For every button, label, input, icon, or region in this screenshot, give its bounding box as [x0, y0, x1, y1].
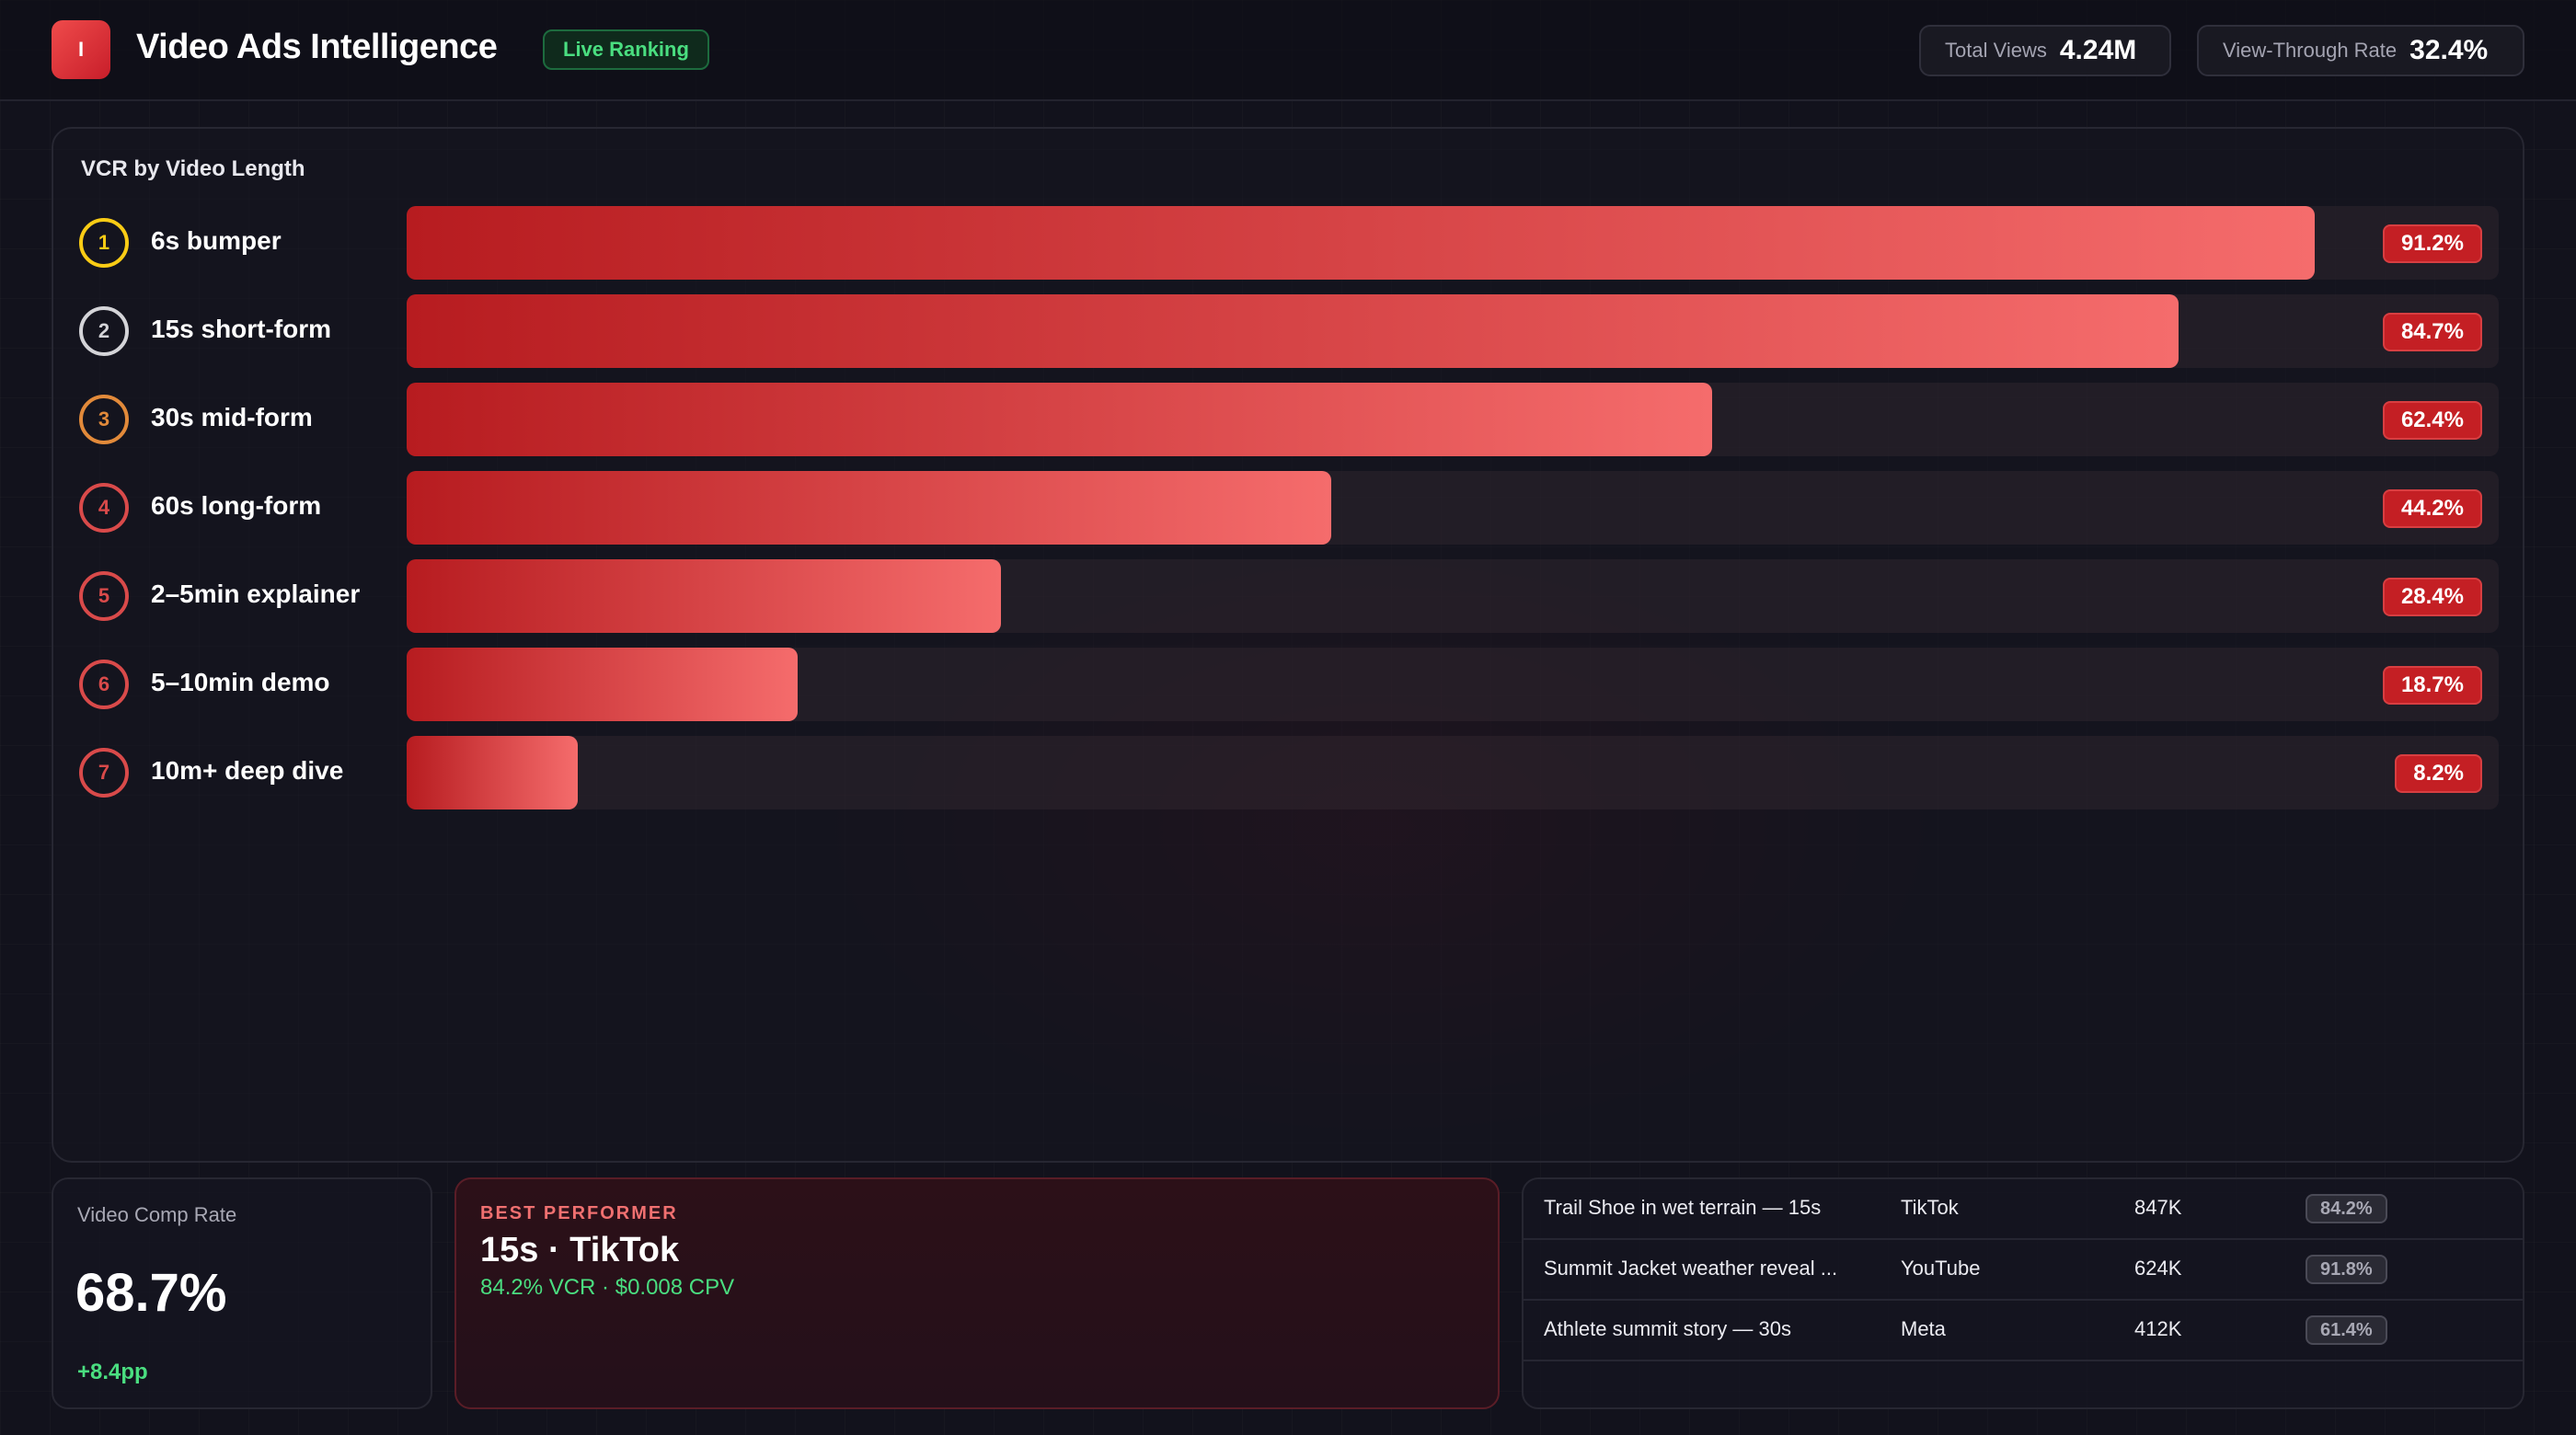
bar — [407, 294, 2179, 368]
stat-value: 32.4% — [2409, 35, 2489, 65]
chart-row[interactable]: 3 30s mid-form 62.4% — [53, 383, 2526, 456]
chart-row[interactable]: 6 5–10min demo 18.7% — [53, 648, 2526, 721]
top-header: I Video Ads Intelligence Live Ranking To… — [0, 0, 2576, 101]
bar — [407, 648, 798, 721]
bar-track: 91.2% — [407, 206, 2499, 280]
bar — [407, 471, 1331, 545]
best-performer-title: 15s · TikTok — [480, 1231, 680, 1269]
video-views: 624K — [2134, 1257, 2182, 1280]
rank-badge: 5 — [79, 571, 129, 621]
list-item[interactable]: Summit Jacket weather reveal ... YouTube… — [1524, 1240, 2523, 1301]
view-through-rate-stat: View-Through Rate 32.4% — [2197, 25, 2524, 76]
bar-track: 8.2% — [407, 736, 2499, 809]
chart-row[interactable]: 4 60s long-form 44.2% — [53, 471, 2526, 545]
video-platform: YouTube — [1901, 1257, 1981, 1280]
bar-track: 84.7% — [407, 294, 2499, 368]
video-name: Athlete summit story — 30s — [1544, 1317, 1791, 1340]
video-rate-badge: 91.8% — [2306, 1255, 2387, 1284]
vcr-chart-panel: VCR by Video Length 1 6s bumper 91.2% 2 15s … — [52, 127, 2524, 1163]
chart-title: VCR by Video Length — [81, 156, 305, 181]
video-rate-badge: 84.2% — [2306, 1194, 2387, 1223]
comp-rate-label: Video Comp Rate — [77, 1203, 237, 1226]
chart-row[interactable]: 1 6s bumper 91.2% — [53, 206, 2526, 280]
stat-label: Total Views — [1945, 39, 2047, 62]
bar — [407, 206, 2315, 280]
stat-value: 4.24M — [2059, 35, 2137, 65]
category-label: 30s mid-form — [151, 403, 313, 431]
video-name: Trail Shoe in wet terrain — 15s — [1544, 1196, 1822, 1219]
comp-rate-value: 68.7% — [75, 1263, 227, 1323]
list-item[interactable]: Athlete summit story — 30s Meta 412K 61.… — [1524, 1301, 2523, 1361]
video-platform: Meta — [1901, 1317, 1946, 1340]
total-views-stat: Total Views 4.24M — [1919, 25, 2171, 76]
best-performer-metrics: 84.2% VCR · $0.008 CPV — [480, 1275, 735, 1300]
data-label: 91.2% — [2382, 224, 2482, 263]
rank-badge: 3 — [79, 395, 129, 444]
data-label: 44.2% — [2382, 489, 2482, 528]
comp-rate-delta: +8.4pp — [77, 1360, 148, 1384]
category-label: 15s short-form — [151, 315, 332, 343]
data-label: 28.4% — [2382, 578, 2482, 616]
chart-row[interactable]: 5 2–5min explainer 28.4% — [53, 559, 2526, 633]
bar — [407, 736, 578, 809]
list-item[interactable]: Trail Shoe in wet terrain — 15s TikTok 8… — [1524, 1179, 2523, 1240]
data-label: 8.2% — [2395, 754, 2482, 793]
bar-track: 44.2% — [407, 471, 2499, 545]
video-comp-rate-card: Video Comp Rate 68.7% +8.4pp — [52, 1177, 432, 1409]
category-label: 2–5min explainer — [151, 580, 361, 608]
video-platform: TikTok — [1901, 1196, 1959, 1219]
rank-badge: 7 — [79, 748, 129, 798]
bar-track: 28.4% — [407, 559, 2499, 633]
rank-badge: 1 — [79, 218, 129, 268]
app-title: Video Ads Intelligence — [136, 28, 498, 66]
chart-row[interactable]: 7 10m+ deep dive 8.2% — [53, 736, 2526, 809]
top-videos-list: Trail Shoe in wet terrain — 15s TikTok 8… — [1522, 1177, 2524, 1409]
category-label: 6s bumper — [151, 226, 282, 255]
bar-track: 18.7% — [407, 648, 2499, 721]
rank-badge: 6 — [79, 660, 129, 709]
video-name: Summit Jacket weather reveal ... — [1544, 1257, 1838, 1280]
rank-badge: 2 — [79, 306, 129, 356]
best-performer-card[interactable]: BEST PERFORMER 15s · TikTok 84.2% VCR · … — [454, 1177, 1500, 1409]
category-label: 10m+ deep dive — [151, 756, 344, 785]
live-ranking-badge: Live Ranking — [543, 29, 709, 70]
data-label: 62.4% — [2382, 401, 2482, 440]
bar — [407, 559, 1001, 633]
category-label: 5–10min demo — [151, 668, 330, 696]
bar — [407, 383, 1712, 456]
stat-label: View-Through Rate — [2223, 39, 2398, 62]
category-label: 60s long-form — [151, 491, 322, 520]
video-views: 412K — [2134, 1317, 2182, 1340]
video-views: 847K — [2134, 1196, 2182, 1219]
app-logo: I — [52, 20, 110, 79]
data-label: 18.7% — [2382, 666, 2482, 705]
chart-row[interactable]: 2 15s short-form 84.7% — [53, 294, 2526, 368]
bar-track: 62.4% — [407, 383, 2499, 456]
best-performer-label: BEST PERFORMER — [480, 1203, 678, 1223]
video-rate-badge: 61.4% — [2306, 1315, 2387, 1345]
data-label: 84.7% — [2382, 313, 2482, 351]
rank-badge: 4 — [79, 483, 129, 533]
